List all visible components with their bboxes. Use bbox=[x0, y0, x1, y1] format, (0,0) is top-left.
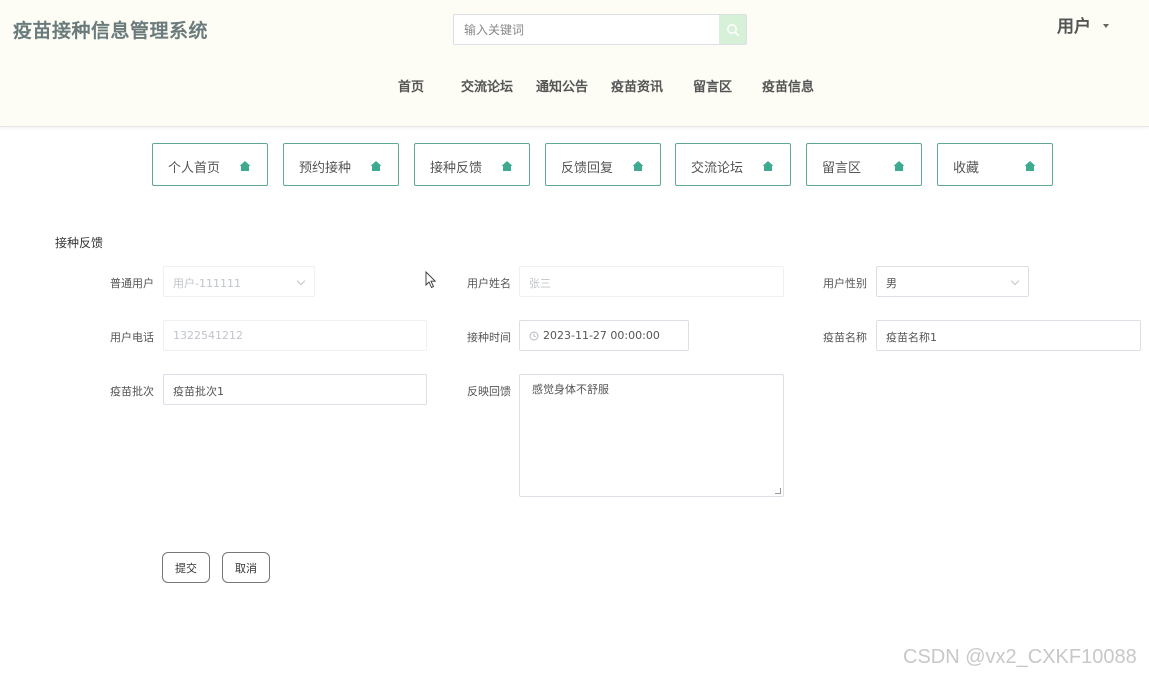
user-gender-label: 用户性别 bbox=[823, 277, 867, 290]
home-icon bbox=[1024, 161, 1036, 171]
tab-label: 接种反馈 bbox=[430, 161, 483, 176]
home-icon bbox=[762, 161, 774, 171]
user-name-field[interactable]: 张三 bbox=[519, 266, 784, 297]
search-icon bbox=[726, 23, 739, 36]
search-box bbox=[453, 14, 747, 45]
user-gender-value: 男 bbox=[886, 277, 897, 290]
tab-label: 个人首页 bbox=[168, 161, 221, 176]
vaccination-time-picker[interactable]: 2023-11-27 00:00:00 bbox=[519, 320, 689, 351]
cancel-button[interactable]: 取消 bbox=[222, 552, 270, 583]
tab-forum[interactable]: 交流论坛 bbox=[675, 143, 791, 186]
feedback-value: 感觉身体不舒服 bbox=[532, 383, 609, 396]
nav-item-home[interactable]: 首页 bbox=[398, 76, 424, 95]
chevron-down-icon bbox=[296, 276, 306, 286]
home-icon bbox=[893, 161, 905, 171]
tab-personal-home[interactable]: 个人首页 bbox=[152, 143, 268, 186]
tab-label: 预约接种 bbox=[299, 161, 352, 176]
site-title: 疫苗接种信息管理系统 bbox=[13, 20, 209, 42]
tab-label: 收藏 bbox=[953, 161, 980, 176]
ordinary-user-label: 普通用户 bbox=[110, 277, 154, 290]
main-nav: 首页 交流论坛 通知公告 疫苗资讯 留言区 疫苗信息 bbox=[0, 76, 1149, 95]
home-icon bbox=[370, 161, 382, 171]
tab-message-board[interactable]: 留言区 bbox=[806, 143, 922, 186]
home-icon bbox=[501, 161, 513, 171]
ordinary-user-select[interactable]: 用户-111111 bbox=[163, 266, 315, 297]
user-name-value: 张三 bbox=[529, 277, 551, 290]
user-gender-select[interactable]: 男 bbox=[876, 266, 1029, 297]
nav-item-message-board[interactable]: 留言区 bbox=[693, 76, 732, 95]
section-title: 接种反馈 bbox=[55, 236, 104, 250]
nav-item-vaccine-news[interactable]: 疫苗资讯 bbox=[611, 76, 663, 95]
home-icon bbox=[632, 161, 644, 171]
mouse-cursor-icon bbox=[425, 271, 437, 289]
search-input[interactable] bbox=[454, 15, 720, 44]
tab-feedback-reply[interactable]: 反馈回复 bbox=[545, 143, 661, 186]
search-button[interactable] bbox=[719, 15, 746, 44]
submit-button[interactable]: 提交 bbox=[162, 552, 210, 583]
tab-label: 交流论坛 bbox=[691, 161, 744, 176]
site-header: 疫苗接种信息管理系统 用户 首页 交流论坛 通知公告 疫苗资讯 留言区 疫苗信息 bbox=[0, 0, 1149, 127]
user-phone-field[interactable]: 1322541212 bbox=[163, 320, 427, 351]
home-icon bbox=[239, 161, 251, 171]
vaccine-batch-label: 疫苗批次 bbox=[110, 385, 154, 398]
tab-appointment[interactable]: 预约接种 bbox=[283, 143, 399, 186]
vaccination-time-label: 接种时间 bbox=[467, 331, 511, 344]
nav-item-vaccine-info[interactable]: 疫苗信息 bbox=[762, 76, 814, 95]
nav-item-notices[interactable]: 通知公告 bbox=[536, 76, 588, 95]
clock-icon bbox=[529, 331, 539, 341]
nav-item-forum[interactable]: 交流论坛 bbox=[461, 76, 513, 95]
feedback-label: 反映回馈 bbox=[467, 385, 511, 398]
user-menu[interactable]: 用户 bbox=[1057, 12, 1109, 37]
tab-label: 反馈回复 bbox=[561, 161, 614, 176]
user-phone-label: 用户电话 bbox=[110, 331, 154, 344]
tab-favorites[interactable]: 收藏 bbox=[937, 143, 1053, 186]
ordinary-user-value: 用户-111111 bbox=[173, 277, 241, 290]
tab-label: 留言区 bbox=[822, 161, 862, 176]
user-phone-value: 1322541212 bbox=[173, 329, 243, 342]
resize-handle-icon[interactable] bbox=[775, 488, 781, 494]
vaccine-batch-value: 疫苗批次1 bbox=[173, 385, 224, 398]
vaccination-time-value: 2023-11-27 00:00:00 bbox=[543, 329, 660, 342]
vaccine-name-value: 疫苗名称1 bbox=[886, 331, 937, 344]
watermark: CSDN @vx2_CXKF10088 bbox=[903, 646, 1137, 668]
vaccine-batch-field[interactable]: 疫苗批次1 bbox=[163, 374, 427, 405]
chevron-down-icon bbox=[1010, 276, 1020, 286]
feedback-textarea[interactable]: 感觉身体不舒服 bbox=[519, 374, 784, 497]
vaccine-name-field[interactable]: 疫苗名称1 bbox=[876, 320, 1141, 351]
caret-down-icon bbox=[1103, 23, 1109, 28]
user-label: 用户 bbox=[1057, 17, 1091, 37]
tab-vaccination-feedback[interactable]: 接种反馈 bbox=[414, 143, 530, 186]
user-name-label: 用户姓名 bbox=[467, 277, 511, 290]
vaccine-name-label: 疫苗名称 bbox=[823, 331, 867, 344]
